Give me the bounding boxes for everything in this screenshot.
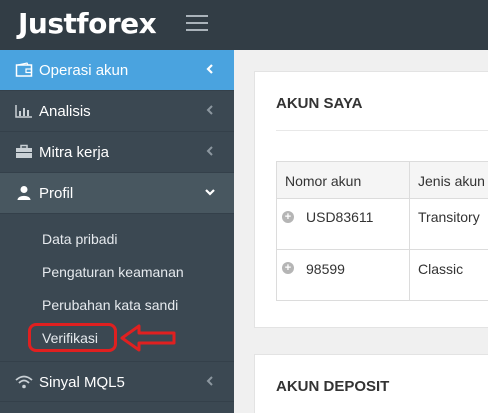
table-header: Nomor akun Jenis akun: [277, 162, 488, 199]
chevron-left-icon: [206, 146, 213, 156]
sidebar-item-mitra-kerja[interactable]: Mitra kerja: [0, 132, 234, 173]
column-divider: [409, 162, 410, 300]
table-cell-account-number: 98599: [306, 261, 345, 277]
table-cell-account-number: USD83611: [306, 209, 374, 225]
submenu-item-pengaturan-keamanan[interactable]: Pengaturan keamanan: [42, 264, 184, 280]
chevron-down-icon: [205, 189, 215, 196]
chevron-left-icon: [206, 376, 213, 386]
wifi-icon: [15, 375, 33, 389]
top-bar: Justforex: [0, 0, 488, 50]
chevron-left-icon: [206, 64, 213, 74]
sidebar-item-label: Mitra kerja: [39, 144, 110, 161]
user-icon: [17, 186, 31, 200]
row-divider: [277, 249, 488, 250]
sidebar-item-label: Analisis: [39, 103, 91, 120]
wallet-icon: [15, 62, 33, 77]
table-cell-account-type: Transitory: [418, 209, 480, 225]
column-header-account-number: Nomor akun: [285, 173, 362, 189]
sidebar-item-sinyal-mql5[interactable]: Sinyal MQL5: [0, 361, 234, 402]
sidebar-item-label: Sinyal MQL5: [39, 374, 125, 391]
accounts-table: Nomor akun Jenis akun + USD83611 Transit…: [276, 161, 488, 301]
deposit-panel-title: AKUN DEPOSIT: [276, 378, 390, 395]
sidebar-item-label: Operasi akun: [39, 62, 129, 79]
expand-row-icon[interactable]: +: [282, 262, 294, 274]
annotation-arrow-icon: [120, 324, 176, 352]
bar-chart-icon: [15, 105, 32, 118]
expand-row-icon[interactable]: +: [282, 211, 294, 223]
briefcase-icon: [16, 144, 32, 158]
column-header-account-type: Jenis akun: [418, 173, 485, 189]
hamburger-menu-icon[interactable]: [186, 15, 208, 33]
submenu-item-data-pribadi[interactable]: Data pribadi: [42, 231, 118, 247]
sidebar-item-operasi-akun[interactable]: Operasi akun: [0, 50, 234, 91]
divider: [276, 130, 488, 131]
logo[interactable]: Justforex: [18, 7, 157, 40]
table-cell-account-type: Classic: [418, 261, 464, 277]
chevron-left-icon: [206, 105, 213, 115]
accounts-panel-title: AKUN SAYA: [276, 95, 363, 112]
verifikasi-highlight-box: [28, 323, 117, 352]
submenu-item-perubahan-kata-sandi[interactable]: Perubahan kata sandi: [42, 297, 178, 313]
sidebar-item-label: Profil: [39, 185, 74, 202]
sidebar-item-analisis[interactable]: Analisis: [0, 91, 234, 132]
sidebar-item-profil[interactable]: Profil: [0, 173, 234, 214]
